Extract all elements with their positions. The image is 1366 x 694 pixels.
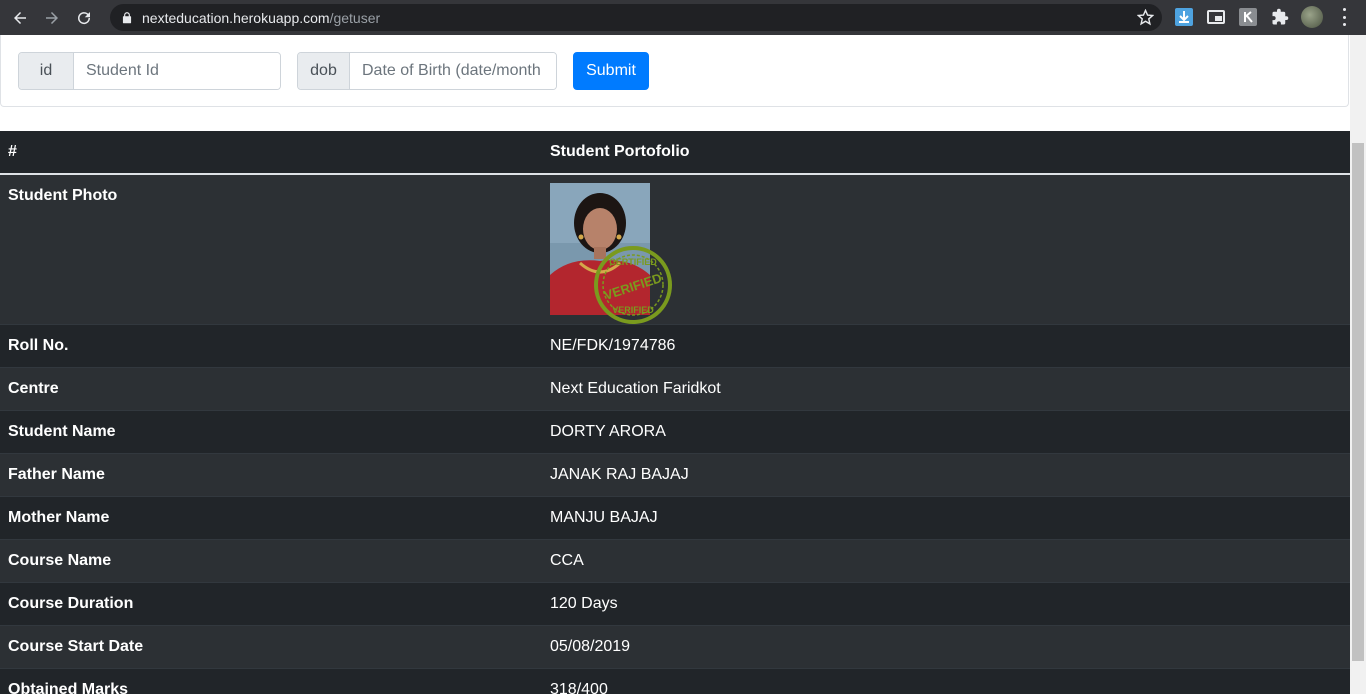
vertical-scrollbar[interactable] xyxy=(1350,35,1366,694)
table-row: Mother Name MANJU BAJAJ xyxy=(0,496,1350,540)
column-header-index: # xyxy=(0,131,542,175)
stamp-text-bottom: VERIFIED xyxy=(612,305,654,315)
table-row-photo: Student Photo CERTIFIED VERIFIED VERIFIE… xyxy=(0,174,1350,325)
table-row: Centre Next Education Faridkot xyxy=(0,367,1350,411)
row-value: 05/08/2019 xyxy=(550,638,631,655)
menu-kebab-icon[interactable] xyxy=(1337,8,1351,26)
student-id-input[interactable] xyxy=(74,53,280,89)
row-label: Course Duration xyxy=(8,595,134,612)
row-value: CCA xyxy=(550,552,584,569)
stamp-text-top: CERTIFIED xyxy=(609,257,657,267)
table-row: Obtained Marks 318/400 xyxy=(0,668,1350,694)
date-of-birth-input[interactable] xyxy=(350,53,556,89)
address-bar[interactable]: nexteducation.herokuapp.com/getuser xyxy=(110,4,1162,31)
table-row: Course Name CCA xyxy=(0,539,1350,583)
row-label: Mother Name xyxy=(8,509,110,526)
url-host: nexteducation.herokuapp.com xyxy=(142,9,330,26)
table-row: Course Duration 120 Days xyxy=(0,582,1350,626)
reload-icon xyxy=(78,11,91,24)
download-icon[interactable] xyxy=(1175,8,1193,26)
table-header-row: # Student Portofolio xyxy=(0,131,1350,175)
forward-button[interactable] xyxy=(40,6,64,30)
id-label: id xyxy=(19,53,74,89)
row-value: MANJU BAJAJ xyxy=(550,509,658,526)
row-value: 120 Days xyxy=(550,595,618,612)
row-label: Student Photo xyxy=(8,187,118,204)
submit-button[interactable]: Submit xyxy=(573,52,649,90)
url-text: nexteducation.herokuapp.com/getuser xyxy=(142,10,380,26)
extension-icon[interactable] xyxy=(1207,8,1225,26)
column-header-portfolio: Student Portofolio xyxy=(542,131,1350,175)
back-button[interactable] xyxy=(8,6,32,30)
star-icon[interactable] xyxy=(1137,9,1154,26)
url-path: /getuser xyxy=(329,9,381,26)
profile-avatar[interactable] xyxy=(1301,6,1323,28)
dob-input-group: dob xyxy=(297,52,557,90)
reload-button[interactable] xyxy=(72,6,96,30)
page-content: id dob Submit # Student Portofolio Stude… xyxy=(0,35,1350,694)
row-value: NE/FDK/1974786 xyxy=(550,337,676,354)
row-label: Roll No. xyxy=(8,337,69,354)
table-row: Father Name JANAK RAJ BAJAJ xyxy=(0,453,1350,497)
scrollbar-thumb[interactable] xyxy=(1352,143,1364,661)
browser-toolbar: nexteducation.herokuapp.com/getuser xyxy=(0,0,1366,35)
id-input-group: id xyxy=(18,52,281,90)
search-form: id dob Submit xyxy=(0,35,1349,107)
lock-icon xyxy=(122,11,132,23)
stamp-text-center: VERIFIED xyxy=(602,270,664,303)
row-value: 318/400 xyxy=(550,681,608,694)
forward-arrow-icon xyxy=(46,11,58,24)
table-row: Roll No. NE/FDK/1974786 xyxy=(0,324,1350,368)
back-arrow-icon xyxy=(14,11,26,24)
table-row: Student Name DORTY ARORA xyxy=(0,410,1350,454)
row-label: Student Name xyxy=(8,423,116,440)
dob-label: dob xyxy=(298,53,350,89)
row-value: JANAK RAJ BAJAJ xyxy=(550,466,689,483)
row-value: Next Education Faridkot xyxy=(550,380,721,397)
row-label: Centre xyxy=(8,380,59,397)
student-photo: CERTIFIED VERIFIED VERIFIED xyxy=(550,183,675,324)
row-label: Obtained Marks xyxy=(8,681,129,694)
puzzle-icon[interactable] xyxy=(1271,8,1289,26)
row-label: Course Name xyxy=(8,552,112,569)
table-row: Course Start Date 05/08/2019 xyxy=(0,625,1350,669)
student-portfolio-table: # Student Portofolio Student Photo CERTI… xyxy=(0,131,1350,694)
row-value: DORTY ARORA xyxy=(550,423,666,440)
row-label: Course Start Date xyxy=(8,638,144,655)
row-label: Father Name xyxy=(8,466,105,483)
verified-stamp-icon: CERTIFIED VERIFIED VERIFIED xyxy=(594,246,672,324)
extension-k-icon[interactable] xyxy=(1239,8,1257,26)
